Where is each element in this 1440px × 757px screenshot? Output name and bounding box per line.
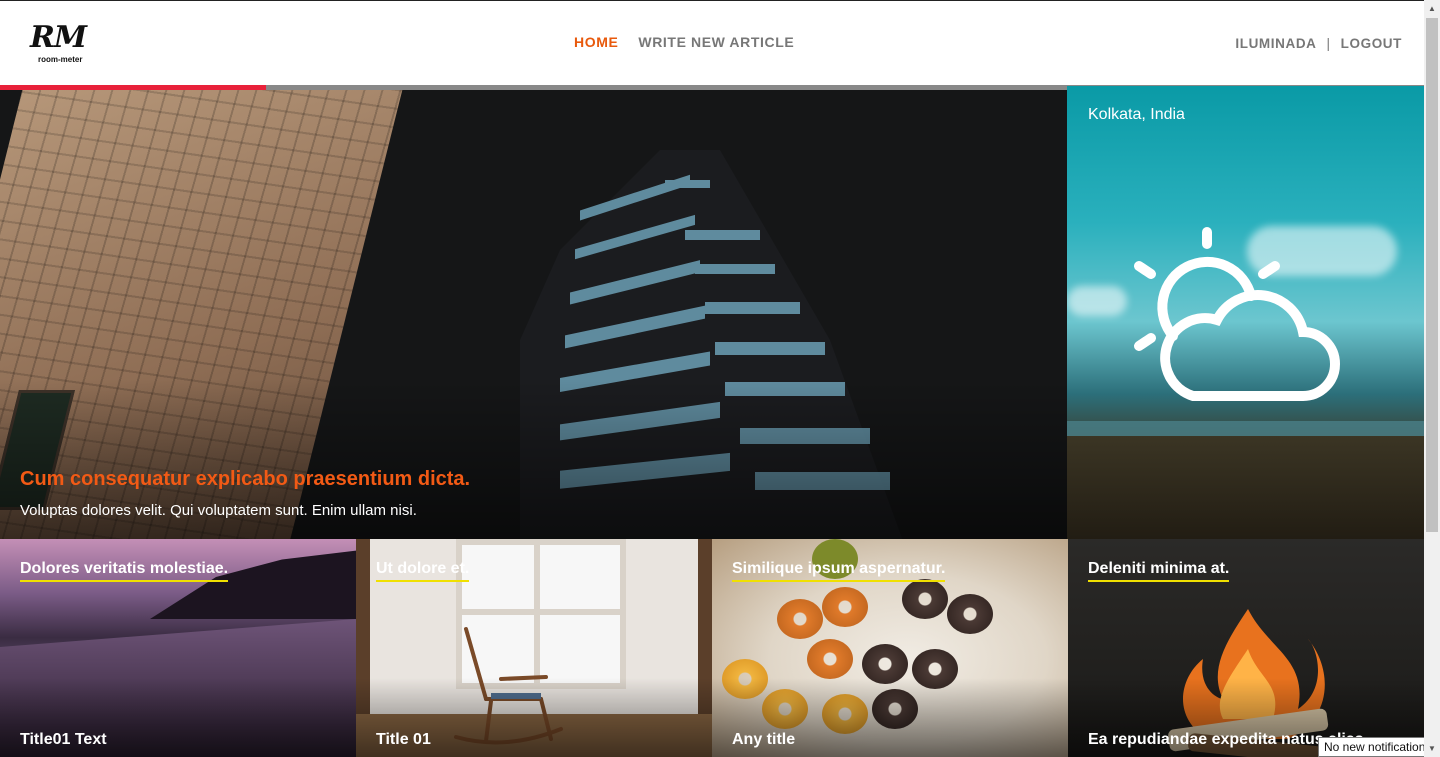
card-top-title[interactable]: Ut dolore et.: [376, 560, 470, 582]
weather-location: Kolkata, India: [1088, 106, 1185, 123]
donut-image: [777, 599, 823, 639]
card-bottom-title: Any title: [732, 731, 796, 748]
logout-link[interactable]: LOGOUT: [1341, 36, 1402, 51]
scroll-up-arrow-icon[interactable]: ▲: [1424, 0, 1440, 17]
logo-mark: RM: [30, 20, 87, 55]
page-scrollbar[interactable]: ▲ ▼: [1424, 0, 1440, 757]
partly-cloudy-icon: [1134, 227, 1340, 401]
hero-description: Voluptas dolores velit. Qui voluptatem s…: [20, 502, 417, 519]
card-bottom-title: Title 01: [376, 731, 431, 748]
card-bottom-title: Title01 Text: [20, 731, 107, 748]
user-separator: |: [1326, 36, 1331, 51]
hero-title[interactable]: Cum consequatur explicabo praesentium di…: [20, 468, 470, 491]
hero-article[interactable]: Cum consequatur explicabo praesentium di…: [0, 90, 1067, 539]
nav-write-new-article[interactable]: WRITE NEW ARTICLE: [638, 34, 794, 50]
weather-bg-cloud: [1067, 286, 1127, 316]
article-card[interactable]: Ut dolore et. Title 01: [356, 539, 712, 757]
logo[interactable]: RM room-meter: [30, 23, 100, 67]
donut-image: [807, 639, 853, 679]
card-image-window-frame: [456, 609, 626, 615]
weather-bg-land: [1067, 436, 1424, 539]
weather-widget: Kolkata, India: [1067, 86, 1424, 539]
card-top-title[interactable]: Dolores veritatis molestiae.: [20, 560, 229, 582]
donut-image: [822, 587, 868, 627]
card-top-title[interactable]: Similique ipsum aspernatur.: [732, 560, 946, 582]
scroll-down-arrow-icon[interactable]: ▼: [1424, 740, 1440, 757]
site-header: RM room-meter HOME WRITE NEW ARTICLE ILU…: [0, 1, 1424, 85]
donut-image: [902, 579, 948, 619]
scrollbar-thumb[interactable]: [1426, 18, 1438, 532]
article-card[interactable]: Dolores veritatis molestiae. Title01 Tex…: [0, 539, 356, 757]
donut-image: [947, 594, 993, 634]
article-card[interactable]: Similique ipsum aspernatur. Any title: [712, 539, 1068, 757]
card-top-title[interactable]: Deleniti minima at.: [1088, 560, 1230, 582]
article-card[interactable]: Deleniti minima at. Ea repudiandae exped…: [1068, 539, 1424, 757]
page: RM room-meter HOME WRITE NEW ARTICLE ILU…: [0, 1, 1424, 757]
nav-home[interactable]: HOME: [574, 34, 618, 50]
notification-tooltip: No new notifications: [1318, 737, 1438, 757]
user-area: ILUMINADA | LOGOUT: [1235, 36, 1402, 51]
username-link[interactable]: ILUMINADA: [1235, 36, 1316, 51]
logo-text: room-meter: [38, 55, 83, 64]
main-nav: HOME WRITE NEW ARTICLE: [574, 34, 794, 50]
